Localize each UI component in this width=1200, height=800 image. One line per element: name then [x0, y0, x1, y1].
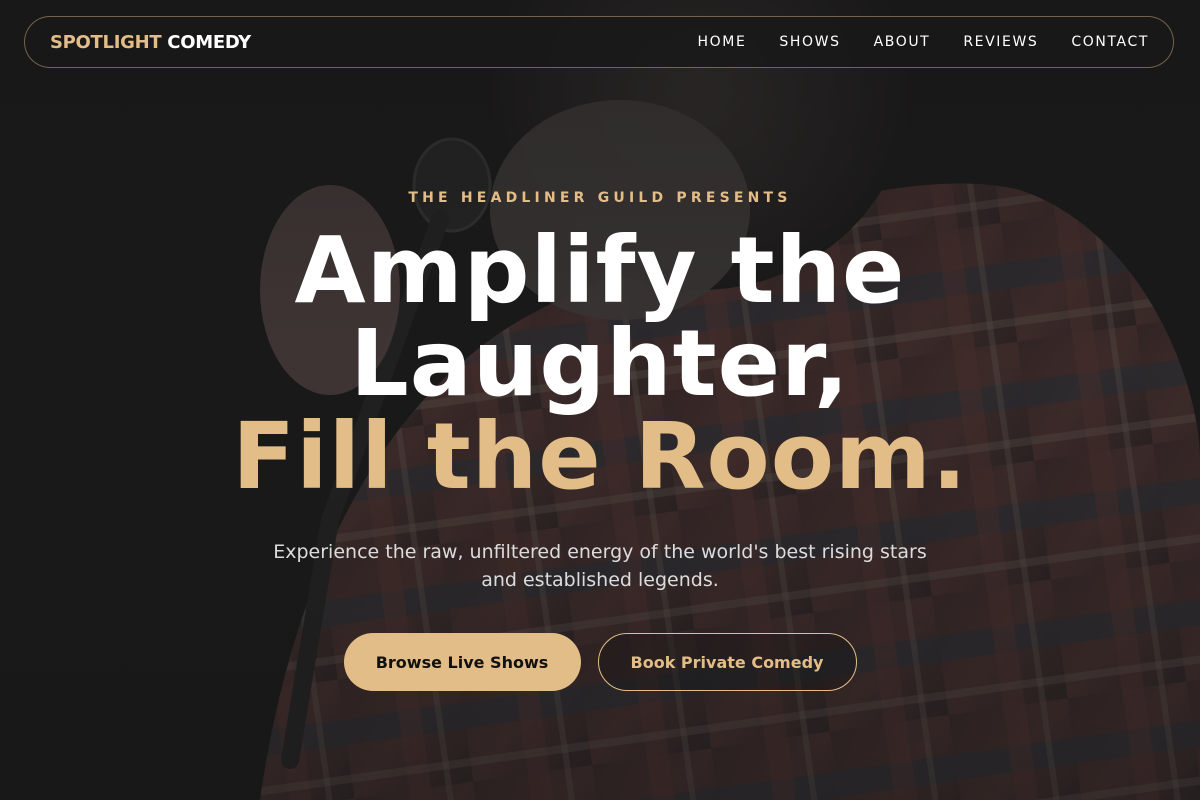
nav-link-reviews[interactable]: REVIEWS [963, 34, 1038, 50]
brand-logo[interactable]: SPOTLIGHT COMEDY [50, 32, 251, 53]
nav-link-home[interactable]: HOME [698, 34, 747, 50]
book-private-comedy-button[interactable]: Book Private Comedy [597, 633, 857, 691]
hero-subtext: Experience the raw, unfiltered energy of… [273, 541, 927, 591]
brand-logo-name: COMEDY [167, 31, 251, 53]
nav-links: HOME SHOWS ABOUT REVIEWS CONTACT [698, 34, 1149, 50]
hero-eyebrow: THE HEADLINER GUILD PRESENTS [408, 190, 792, 206]
landing-page: SPOTLIGHT COMEDY HOME SHOWS ABOUT REVIEW… [0, 0, 1200, 800]
nav-link-about[interactable]: ABOUT [874, 34, 931, 50]
headline-line-2: Laughter, [350, 310, 850, 417]
top-navbar: SPOTLIGHT COMEDY HOME SHOWS ABOUT REVIEW… [24, 16, 1174, 68]
headline-line-3: Fill the Room. [232, 403, 968, 510]
nav-link-contact[interactable]: CONTACT [1071, 34, 1149, 50]
headline-line-1: Amplify the [294, 217, 906, 324]
browse-live-shows-button[interactable]: Browse Live Shows [343, 633, 581, 691]
hero-headline: Amplify the Laughter, Fill the Room. [0, 224, 1200, 503]
brand-logo-accent: SPOTLIGHT [50, 31, 162, 53]
nav-link-shows[interactable]: SHOWS [779, 34, 840, 50]
hero-cta-row: Browse Live Shows Book Private Comedy [0, 633, 1200, 691]
